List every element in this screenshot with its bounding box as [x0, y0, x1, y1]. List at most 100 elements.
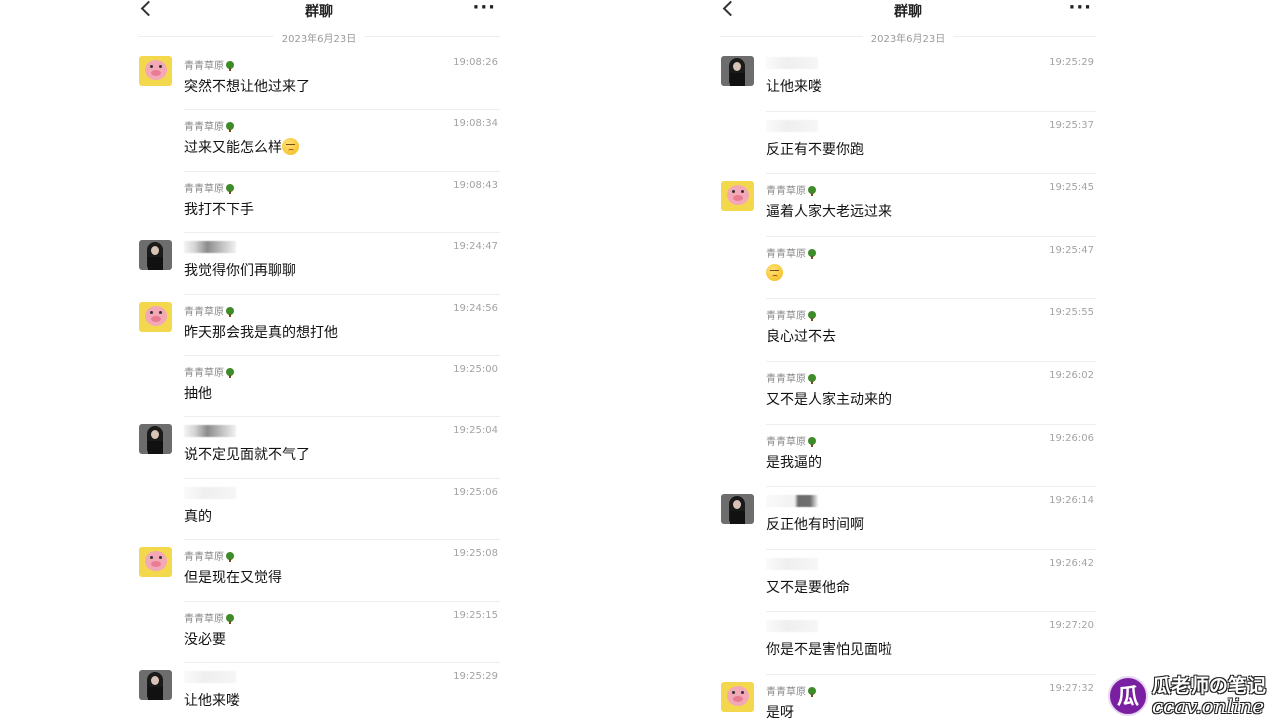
message-item[interactable]: 19:27:20 你是不是害怕见面啦: [720, 612, 1096, 675]
avatar[interactable]: [139, 547, 172, 578]
blurred-sender-name: [184, 670, 236, 683]
sender-name-text: 青青草原: [766, 248, 806, 260]
sender-name: 青青草原: [766, 433, 816, 448]
message-item[interactable]: 青青草原 19:27:32 是呀: [720, 675, 1096, 720]
avatar[interactable]: [721, 494, 754, 525]
message-item[interactable]: 19:25:29 让他来喽: [720, 49, 1096, 112]
message-item[interactable]: 青青草原 19:25:15 没必要: [138, 602, 500, 664]
pig-snout: [151, 70, 161, 76]
message-text-content: 你是不是害怕见面啦: [766, 642, 892, 659]
blurred-sender-name: [184, 241, 236, 254]
message-text: 抽他: [184, 383, 212, 403]
sad-face-emoji-icon: [282, 138, 299, 156]
top-bar: 群聊 ···: [138, 0, 500, 24]
message-list: 19:25:29 让他来喽 19:25:37 反正有不要你跑 青青草原 19:25:45 逼…: [720, 49, 1096, 720]
avatar[interactable]: [139, 56, 172, 86]
tree-icon: [226, 306, 234, 317]
tree-icon: [808, 436, 816, 447]
message-item[interactable]: 青青草原 19:25:45 逼着人家大老远过来: [720, 174, 1096, 237]
message-item[interactable]: 19:24:47 我觉得你们再聊聊: [138, 233, 500, 295]
message-time: 19:25:04: [453, 425, 498, 437]
pig-eye: [150, 65, 153, 68]
message-text: 真的: [184, 506, 212, 526]
sender-name-text: 青青草原: [766, 373, 806, 385]
message-item[interactable]: 青青草原 19:24:56 昨天那会我是真的想打他: [138, 295, 500, 357]
message-text-content: 是我逼的: [766, 454, 822, 471]
message-text: 又不是要他命: [766, 577, 850, 597]
blurred-sender-name: [184, 425, 236, 438]
message-time: 19:24:47: [453, 241, 498, 253]
message-text-content: 没必要: [184, 631, 226, 648]
pig-eye: [150, 310, 153, 314]
message-text-content: 突然不想让他过来了: [184, 79, 310, 95]
message-text-content: 让他来喽: [184, 692, 240, 709]
sender-name-text: 青青草原: [184, 61, 224, 72]
top-bar: 群聊 ···: [720, 0, 1096, 24]
message-item[interactable]: 19:25:06 真的: [138, 479, 500, 541]
message-text: 突然不想让他过来了: [184, 76, 310, 96]
message-text: 过来又能怎么样: [184, 137, 299, 157]
message-item[interactable]: 19:26:42 又不是要他命: [720, 550, 1096, 613]
message-text-content: 说不定见面就不气了: [184, 447, 310, 464]
message-item[interactable]: 19:26:14 反正他有时间啊: [720, 487, 1096, 550]
message-time: 19:25:29: [1049, 57, 1094, 68]
message-text-content: 良心过不去: [766, 329, 836, 346]
message-text: 但是现在又觉得: [184, 567, 282, 587]
message-text-content: 抽他: [184, 385, 212, 402]
date-divider: 2023年6月23日: [720, 24, 1096, 49]
message-item[interactable]: 19:25:04 说不定见面就不气了: [138, 417, 500, 480]
message-item[interactable]: 青青草原 19:25:00 抽他: [138, 356, 500, 418]
avatar[interactable]: [139, 301, 172, 332]
sender-name-text: 青青草原: [766, 186, 806, 198]
message-text-content: 真的: [184, 508, 212, 525]
avatar[interactable]: [139, 424, 172, 455]
avatar[interactable]: [721, 56, 754, 86]
body-shape: [148, 686, 163, 700]
message-text: 让他来喽: [766, 76, 822, 96]
chat-panel-right: 群聊 ··· 2023年6月23日 19:25:29 让他来喽 19:25:37 反正…: [720, 0, 1096, 720]
more-options-icon[interactable]: ···: [472, 0, 496, 17]
sender-name: 青青草原: [184, 303, 234, 318]
tree-icon: [808, 373, 816, 384]
message-time: 19:08:34: [453, 118, 498, 130]
message-time: 19:26:42: [1049, 557, 1094, 569]
message-item[interactable]: 青青草原 19:26:02 又不是人家主动来的: [720, 362, 1096, 425]
message-text: 我觉得你们再聊聊: [184, 260, 296, 280]
message-item[interactable]: 青青草原 19:25:55 良心过不去: [720, 299, 1096, 362]
message-text: 又不是人家主动来的: [766, 389, 892, 409]
avatar[interactable]: [721, 681, 754, 712]
blurred-sender-name: [766, 57, 818, 69]
avatar[interactable]: [139, 669, 172, 700]
sender-name: 青青草原: [766, 370, 816, 385]
message-item[interactable]: 青青草原 19:26:06 是我逼的: [720, 425, 1096, 488]
pig-eye: [741, 690, 744, 694]
pig-eye: [732, 690, 735, 694]
avatar[interactable]: [139, 240, 172, 271]
message-text: 让他来喽: [184, 690, 240, 710]
chat-title: 群聊: [894, 4, 922, 20]
message-item[interactable]: 青青草原 19:25:47: [720, 237, 1096, 300]
more-options-icon[interactable]: ···: [1068, 0, 1092, 17]
tree-icon: [226, 122, 234, 133]
message-time: 19:26:06: [1049, 432, 1094, 444]
sender-name-text: 青青草原: [184, 306, 224, 318]
message-time: 19:26:02: [1049, 369, 1094, 381]
sender-name: 青青草原: [766, 245, 816, 260]
message-item[interactable]: 青青草原 19:08:43 我打不下手: [138, 172, 500, 234]
message-text: 昨天那会我是真的想打他: [184, 322, 338, 342]
message-item[interactable]: 19:25:29 让他来喽: [138, 663, 500, 720]
message-item[interactable]: 19:25:37 反正有不要你跑: [720, 112, 1096, 175]
watermark-title: 瓜老师の笔记: [1151, 674, 1266, 697]
face-shape: [733, 62, 741, 71]
message-item[interactable]: 青青草原 19:08:26 突然不想让他过来了: [138, 49, 500, 111]
avatar[interactable]: [721, 181, 754, 212]
message-text-content: 是呀: [766, 704, 794, 720]
sender-name: 青青草原: [184, 180, 234, 195]
message-item[interactable]: 青青草原 19:08:34 过来又能怎么样: [138, 110, 500, 173]
message-item[interactable]: 青青草原 19:25:08 但是现在又觉得: [138, 540, 500, 602]
pig-eye: [159, 310, 162, 314]
pig-snout: [733, 695, 743, 702]
pig-snout: [151, 315, 161, 322]
message-text: 没必要: [184, 629, 226, 649]
tree-icon: [808, 311, 816, 322]
